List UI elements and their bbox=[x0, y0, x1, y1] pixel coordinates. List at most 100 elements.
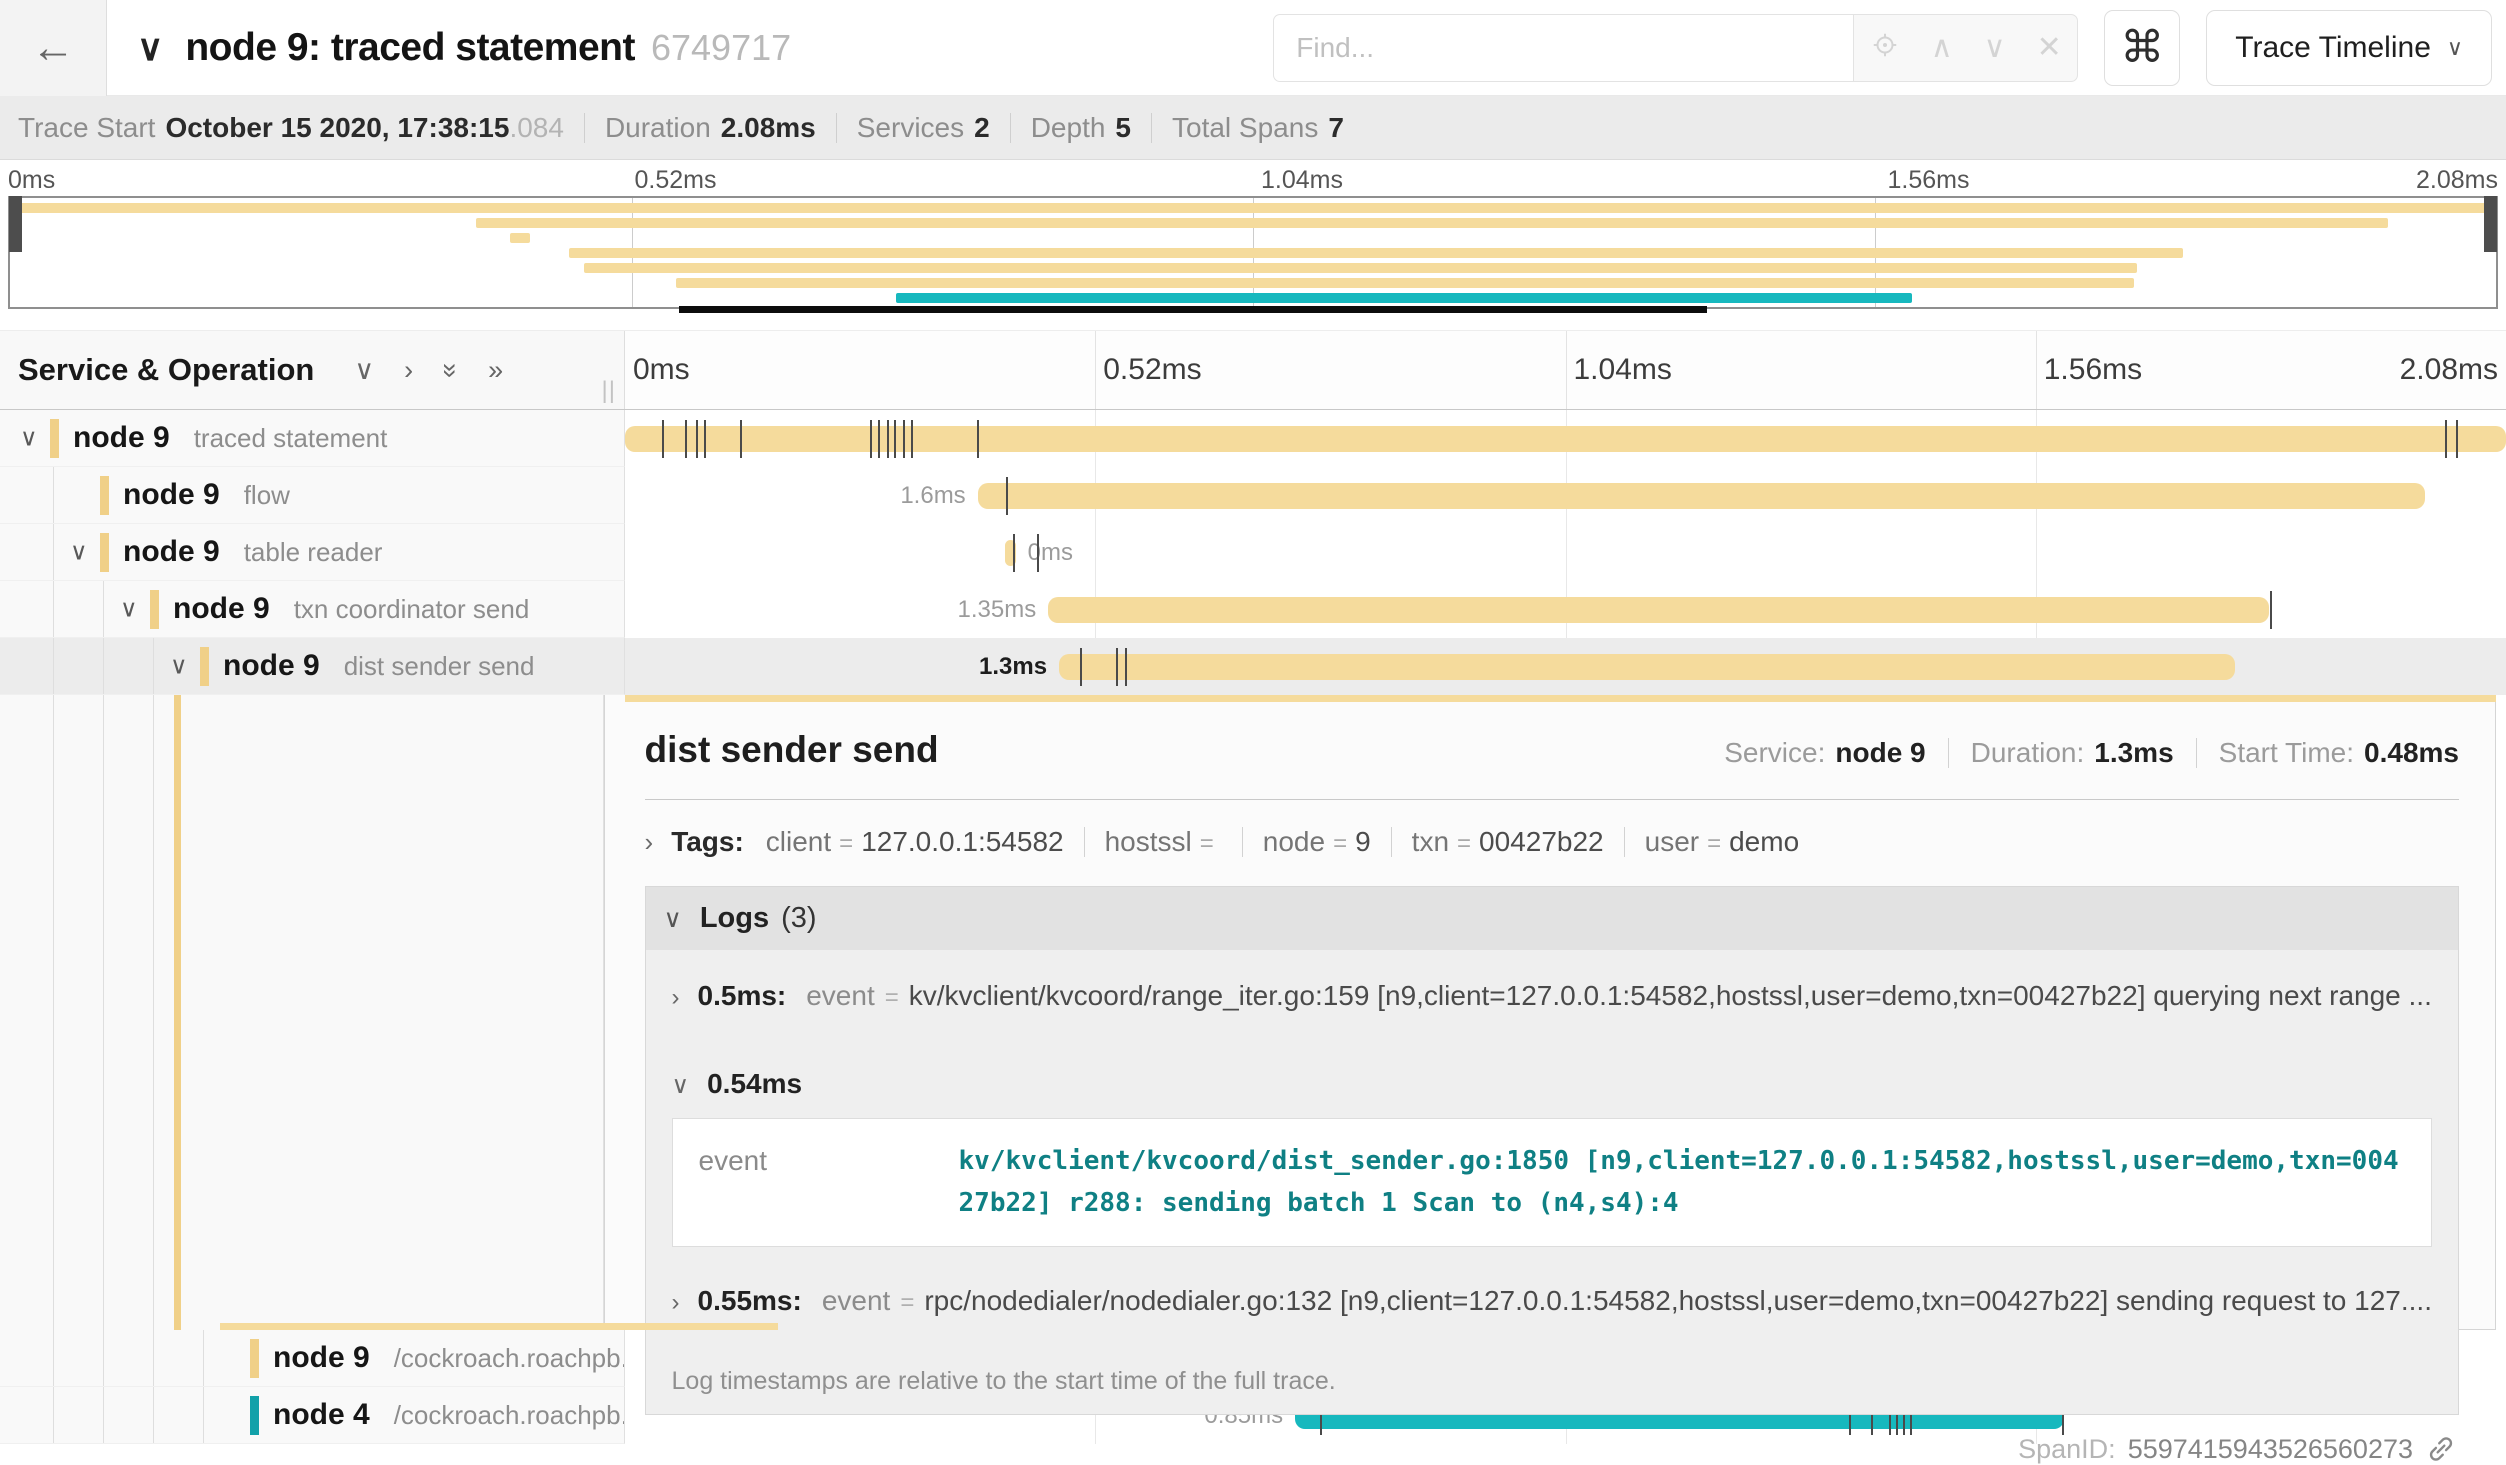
log-entry-1[interactable]: › 0.5ms: event = kv/kvclient/kvcoord/ran… bbox=[672, 950, 2432, 1042]
column-resizer-handle[interactable]: || bbox=[602, 377, 616, 405]
span-name-cell[interactable]: ∨node 9traced statement bbox=[0, 410, 625, 467]
keyboard-shortcuts-button[interactable]: ⌘ bbox=[2104, 10, 2180, 86]
top-bar: ← ∨ node 9: traced statement 6749717 ∧ ∨… bbox=[0, 0, 2506, 96]
log-marker-tick bbox=[903, 420, 905, 458]
span-duration-label: 1.6ms bbox=[900, 482, 965, 510]
expand-one-icon[interactable]: › bbox=[404, 357, 413, 384]
log-marker-tick bbox=[911, 420, 913, 458]
span-name-cell[interactable]: ∨node 9dist sender send bbox=[0, 638, 625, 695]
indent-guide bbox=[103, 581, 104, 637]
indent-guide bbox=[153, 695, 154, 1330]
span-bar-cell[interactable]: 1.3ms bbox=[625, 638, 2506, 695]
find-next-icon[interactable]: ∨ bbox=[1984, 33, 2006, 63]
trace-total-spans: Total Spans7 bbox=[1172, 112, 1344, 144]
span-name-cell[interactable]: node 4/cockroach.roachpb.I... bbox=[0, 1387, 625, 1444]
log-entry-3[interactable]: › 0.55ms: event = rpc/nodedialer/nodedia… bbox=[672, 1255, 2432, 1347]
span-row-4[interactable]: ∨node 9txn coordinator send1.35ms bbox=[0, 581, 2506, 638]
span-name-cell[interactable]: ∨node 9txn coordinator send bbox=[0, 581, 625, 638]
span-row-5[interactable]: ∨node 9dist sender send1.3ms bbox=[0, 638, 2506, 695]
minimap-right-scrubber[interactable] bbox=[2484, 196, 2497, 252]
log-marker-tick bbox=[2270, 591, 2272, 629]
log-marker-tick bbox=[662, 420, 664, 458]
collapse-all-icon[interactable]: » bbox=[437, 362, 464, 377]
span-duration-bar[interactable] bbox=[978, 483, 2425, 509]
ruler-gridline bbox=[1095, 331, 1096, 409]
divider bbox=[645, 799, 2459, 800]
tags-expand-icon[interactable]: › bbox=[645, 827, 654, 858]
span-collapse-icon[interactable]: ∨ bbox=[70, 538, 88, 567]
log-marker-tick bbox=[977, 420, 979, 458]
span-detail-card: dist sender send Service:node 9 Duration… bbox=[604, 695, 2496, 1330]
log-entry-2-header[interactable]: ∨ 0.54ms bbox=[672, 1042, 2432, 1118]
tag-hostssl: hostssl= bbox=[1105, 826, 1222, 858]
trace-collapse-icon[interactable]: ∨ bbox=[137, 27, 163, 69]
ruler-tick-label: 1.04ms bbox=[1574, 353, 1672, 387]
logs-footnote: Log timestamps are relative to the start… bbox=[672, 1347, 2432, 1414]
operation-name: /cockroach.roachpb.I... bbox=[394, 1343, 625, 1373]
locate-icon[interactable] bbox=[1870, 30, 1900, 66]
logs-collapse-icon[interactable]: ∨ bbox=[664, 904, 682, 934]
span-bar-cell[interactable]: 1.6ms bbox=[625, 467, 2506, 524]
divider bbox=[1010, 113, 1011, 143]
indent-guide bbox=[53, 1387, 54, 1443]
span-collapse-icon[interactable]: ∨ bbox=[170, 652, 188, 681]
log-marker-tick bbox=[1013, 534, 1015, 572]
span-name-cell[interactable]: node 9/cockroach.roachpb.I... bbox=[0, 1330, 625, 1387]
log-marker-tick bbox=[1116, 648, 1118, 686]
tag-node: node=9 bbox=[1263, 826, 1371, 858]
minimap-span bbox=[676, 278, 2134, 288]
log-collapse-icon[interactable]: ∨ bbox=[672, 1071, 690, 1100]
indent-guide bbox=[53, 638, 54, 694]
collapse-one-icon[interactable]: ∨ bbox=[354, 357, 374, 384]
detail-service: Service:node 9 bbox=[1724, 737, 1925, 769]
minimap-span bbox=[10, 203, 2496, 213]
minimap-tick-label: 0.52ms bbox=[635, 166, 717, 195]
indent-guide bbox=[153, 638, 154, 694]
service-operation-title: Service & Operation bbox=[18, 352, 314, 388]
find-input[interactable] bbox=[1273, 14, 1853, 82]
minimap-left-scrubber[interactable] bbox=[9, 196, 22, 252]
timeline-ruler: 0ms0.52ms1.04ms1.56ms2.08ms bbox=[625, 331, 2506, 409]
logs-header[interactable]: ∨ Logs (3) bbox=[646, 887, 2458, 950]
span-collapse-icon[interactable]: ∨ bbox=[20, 424, 38, 453]
log-marker-tick bbox=[1037, 534, 1039, 572]
tags-row[interactable]: › Tags: client=127.0.0.1:54582 hostssl= … bbox=[645, 826, 2459, 858]
indent-guide bbox=[103, 1330, 104, 1386]
log-marker-tick bbox=[870, 420, 872, 458]
minimap-tick-label: 1.56ms bbox=[1888, 166, 1970, 195]
link-icon[interactable] bbox=[2425, 1433, 2457, 1465]
span-bar-cell[interactable]: 1.35ms bbox=[625, 581, 2506, 638]
span-collapse-icon[interactable]: ∨ bbox=[120, 595, 138, 624]
trace-depth: Depth5 bbox=[1031, 112, 1131, 144]
span-row-2[interactable]: node 9flow 1.6ms bbox=[0, 467, 2506, 524]
back-button[interactable]: ← bbox=[0, 0, 107, 96]
span-duration-bar[interactable] bbox=[625, 426, 2506, 452]
log-expand-icon[interactable]: › bbox=[672, 1289, 680, 1317]
span-name-cell[interactable]: ∨node 9table reader bbox=[0, 524, 625, 581]
log-marker-tick bbox=[1080, 648, 1082, 686]
span-bar-cell[interactable]: 0ms bbox=[625, 524, 2506, 581]
find-clear-icon[interactable]: ✕ bbox=[2037, 33, 2062, 63]
indent-guide bbox=[103, 695, 104, 1330]
span-name-cell[interactable]: node 9flow bbox=[0, 467, 625, 524]
find-prev-icon[interactable]: ∧ bbox=[1931, 33, 1953, 63]
expand-all-icon[interactable]: » bbox=[488, 357, 503, 384]
span-row-1[interactable]: ∨node 9traced statement bbox=[0, 410, 2506, 467]
span-bar-cell[interactable] bbox=[625, 410, 2506, 467]
span-duration-bar[interactable] bbox=[1048, 597, 2269, 623]
trace-view-selector[interactable]: Trace Timeline ∨ bbox=[2206, 10, 2492, 86]
divider bbox=[1948, 738, 1949, 768]
log-expand-icon[interactable]: › bbox=[672, 984, 680, 1012]
log-marker-tick bbox=[878, 420, 880, 458]
indent-guide bbox=[53, 695, 54, 1330]
expanded-span-accent bbox=[174, 695, 181, 1330]
minimap-canvas[interactable] bbox=[8, 196, 2498, 309]
trace-title-wrap: ∨ node 9: traced statement 6749717 bbox=[137, 26, 791, 70]
find-group: ∧ ∨ ✕ bbox=[1273, 14, 2078, 82]
minimap-viewport-indicator[interactable] bbox=[679, 306, 1707, 313]
minimap-span bbox=[584, 263, 2138, 273]
span-row-3[interactable]: ∨node 9table reader0ms bbox=[0, 524, 2506, 581]
service-name: node 4 bbox=[273, 1398, 370, 1431]
minimap-span bbox=[510, 233, 530, 243]
span-duration-bar[interactable] bbox=[1059, 654, 2235, 680]
